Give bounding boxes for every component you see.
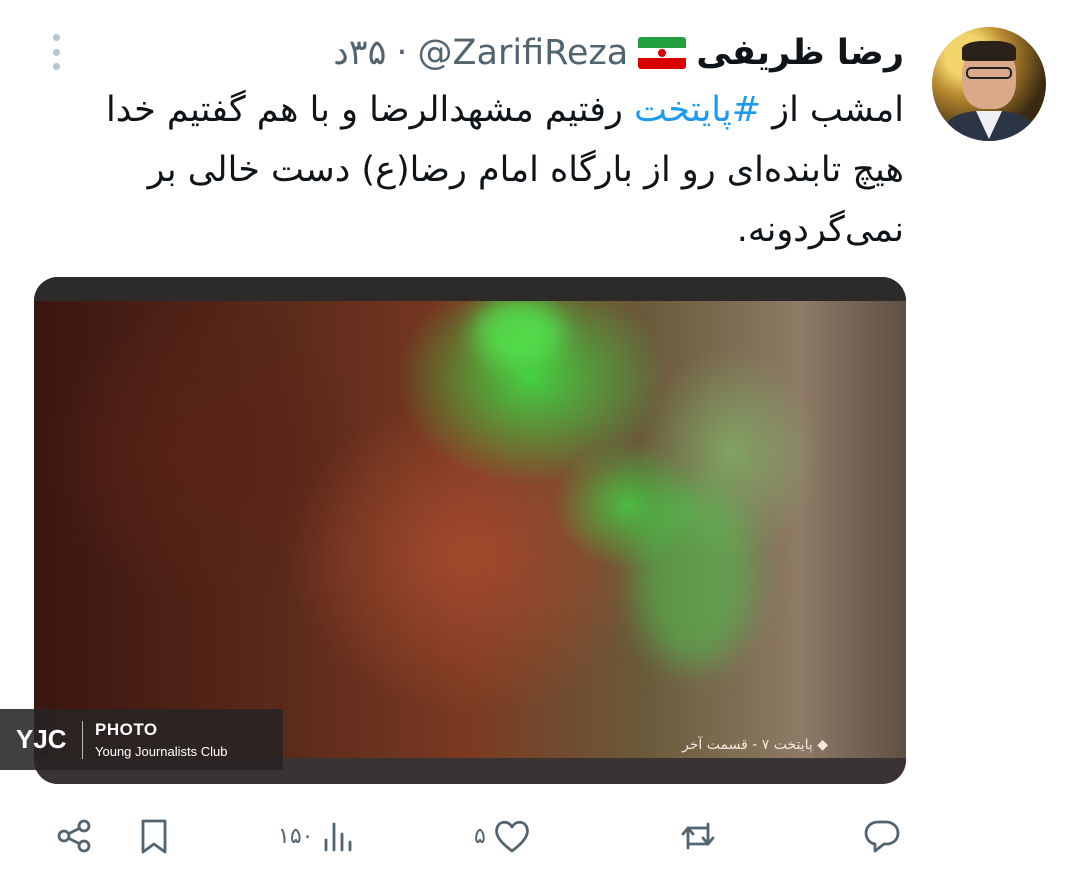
- iran-flag-icon: [638, 37, 687, 69]
- analytics-icon: [325, 822, 352, 852]
- tweet-header: رضا ظریفی @ZarifiReza · ۳۵د: [333, 30, 904, 76]
- author-handle[interactable]: @ZarifiReza: [418, 33, 629, 73]
- views-count: ۱۵۰: [278, 823, 314, 849]
- media-photo: [34, 277, 906, 784]
- retweet-button[interactable]: [678, 808, 718, 864]
- bookmark-icon: [141, 819, 167, 854]
- heart-icon: [495, 820, 529, 853]
- tweet-media-image[interactable]: ◆ پایتخت ۷ - قسمت آخر: [34, 277, 906, 784]
- hashtag-link[interactable]: #پایتخت: [634, 90, 761, 130]
- media-green-light-2: [634, 487, 754, 667]
- tweet-actions: ۱۵۰ ۵: [0, 808, 1080, 868]
- watermark-subtitle: Young Journalists Club: [95, 744, 228, 759]
- author-name[interactable]: رضا ظریفی: [696, 33, 904, 73]
- tweet-text-start: امشب از: [761, 90, 904, 130]
- watermark-text: PHOTO Young Journalists Club: [95, 720, 228, 759]
- media-top-border: [34, 277, 906, 301]
- share-button[interactable]: [54, 808, 94, 864]
- media-caption: ◆ پایتخت ۷ - قسمت آخر: [682, 737, 828, 753]
- media-green-light: [474, 297, 564, 367]
- like-button[interactable]: ۵: [474, 808, 532, 864]
- separator-dot: ·: [396, 33, 408, 73]
- likes-count: ۵: [474, 823, 486, 849]
- avatar-hair-top: [962, 41, 1016, 61]
- yjc-logo: YJC: [16, 724, 67, 754]
- retweet-icon: [681, 822, 715, 850]
- avatar-glasses: [966, 67, 1012, 79]
- author-avatar[interactable]: [932, 27, 1046, 141]
- views-button[interactable]: ۱۵۰: [278, 808, 359, 864]
- tweet-timestamp[interactable]: ۳۵د: [333, 33, 386, 73]
- bookmark-button[interactable]: [134, 808, 174, 864]
- tweet-text: امشب از #پایتخت رفتیم مشهدالرضا و با هم …: [44, 80, 904, 260]
- reply-button[interactable]: [862, 808, 902, 864]
- more-options-icon[interactable]: [50, 34, 62, 70]
- share-icon: [57, 819, 91, 853]
- reply-icon: [864, 820, 900, 853]
- watermark-title: PHOTO: [95, 720, 158, 739]
- watermark-divider: [82, 720, 83, 759]
- yjc-watermark: YJC PHOTO Young Journalists Club: [0, 709, 283, 770]
